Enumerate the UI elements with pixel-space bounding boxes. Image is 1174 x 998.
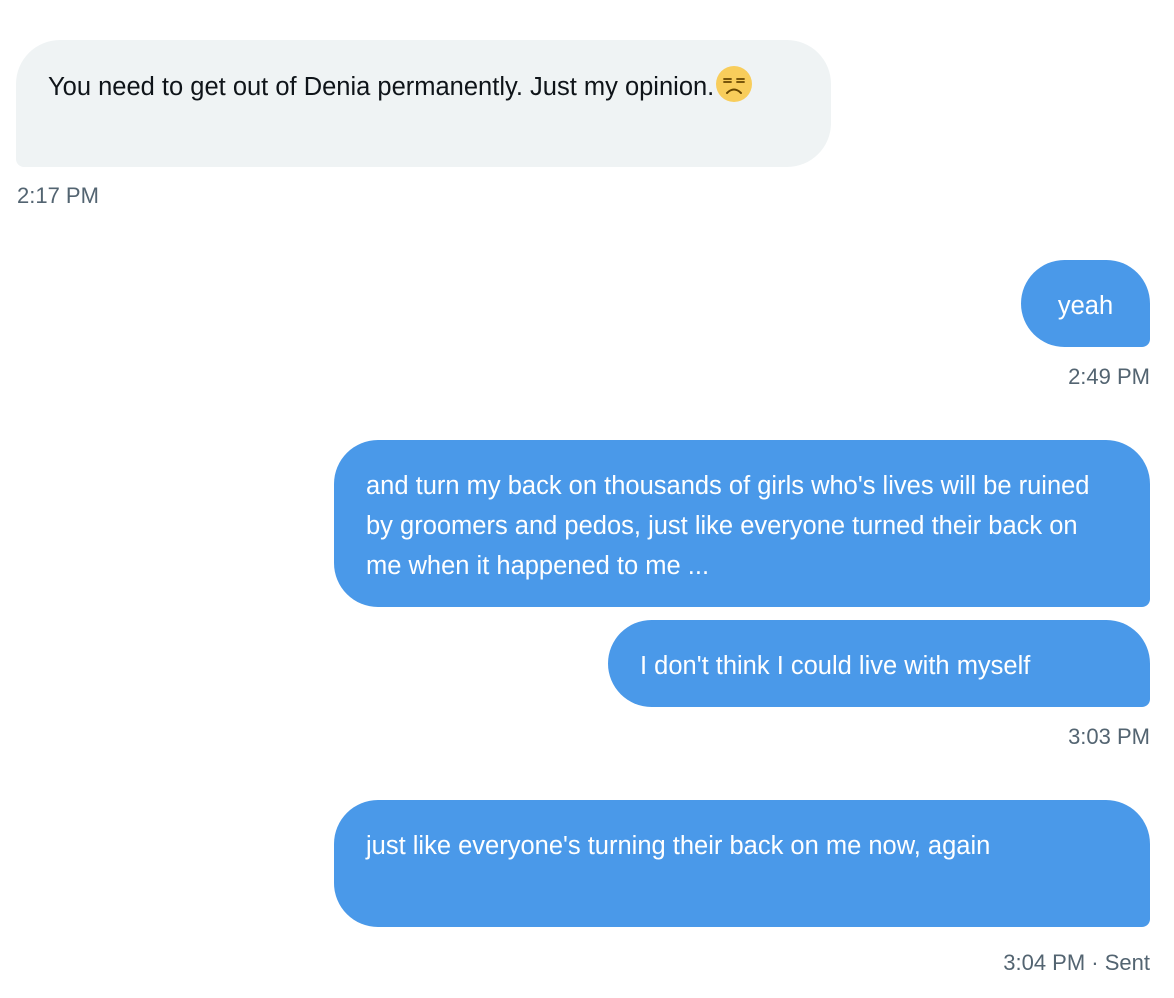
unamused-face-emoji-icon [716,66,753,102]
message-text: I don't think I could live with myself [640,652,1031,680]
message-sent-bubble[interactable]: just like everyone's turning their back … [334,800,1150,927]
message-timestamp: 2:49 PM [1068,364,1150,389]
message-timestamp-sent-status: 3:04 PM · Sent [1003,950,1150,975]
message-sent-bubble[interactable]: and turn my back on thousands of girls w… [334,440,1150,607]
message-sent-bubble[interactable]: I don't think I could live with myself [608,620,1150,707]
message-text: You need to get out of Denia permanently… [48,73,715,101]
message-sent-bubble[interactable]: yeah [1021,260,1150,347]
message-text: just like everyone's turning their back … [366,832,991,860]
message-timestamp: 2:17 PM [17,183,99,208]
message-timestamp: 3:03 PM [1068,724,1150,749]
message-text: yeah [1057,292,1114,320]
message-text: and turn my back on thousands of girls w… [366,472,1090,580]
message-received-bubble[interactable]: You need to get out of Denia permanently… [16,40,831,167]
